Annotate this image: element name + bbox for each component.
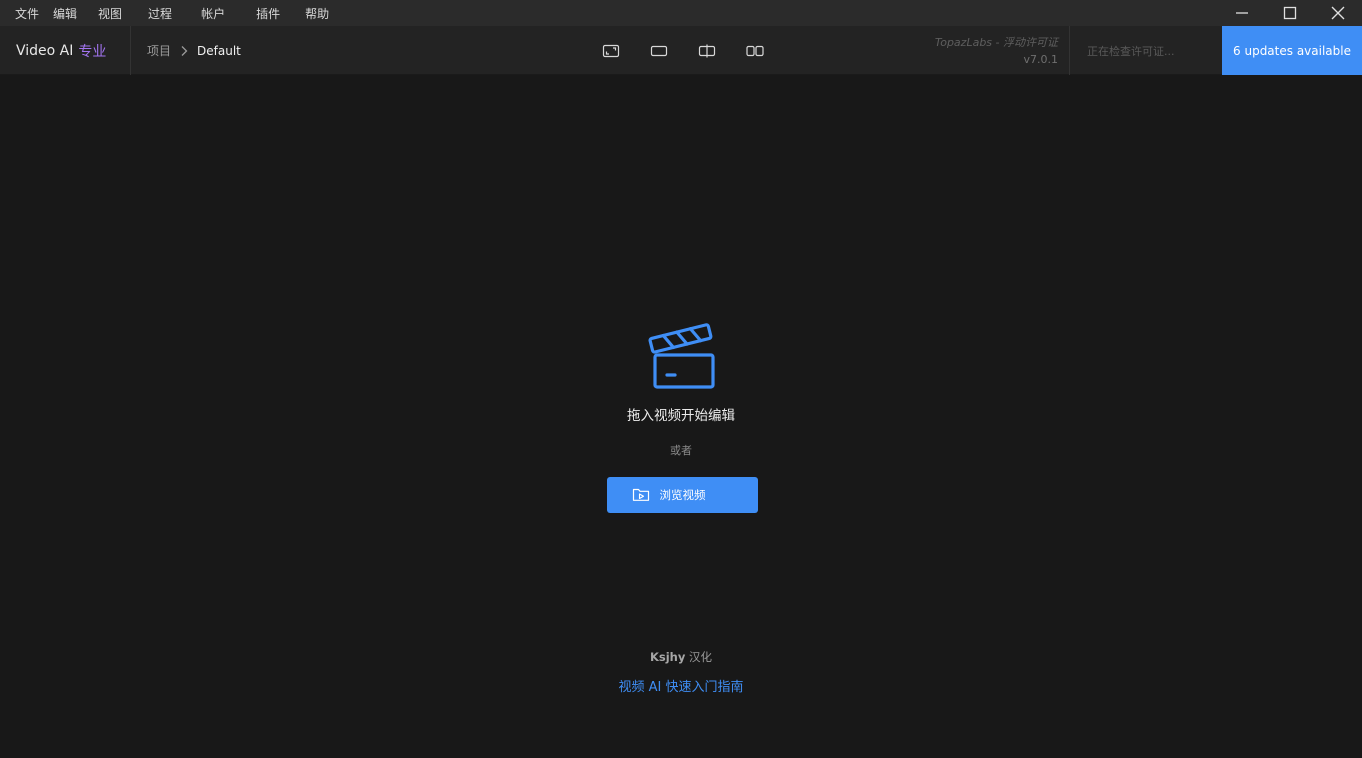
single-view-button[interactable] xyxy=(597,37,625,65)
minimize-button[interactable] xyxy=(1218,0,1266,26)
app-title: Video AI 专业 xyxy=(16,26,106,75)
localization-credit: Ksjhy 汉化 xyxy=(0,649,1362,665)
minimize-icon xyxy=(1236,12,1248,14)
version-label: v7.0.1 xyxy=(1023,53,1059,66)
window-controls xyxy=(1218,0,1362,26)
menu-items: 文件 编辑 视图 过程 帐户 插件 帮助 xyxy=(0,0,329,26)
menu-account[interactable]: 帐户 xyxy=(201,0,225,26)
split-view-icon xyxy=(698,44,716,57)
edition-label: 专业 xyxy=(78,43,107,60)
license-check-status: 正在检查许可证... xyxy=(1087,44,1175,58)
drop-prompt-title: 拖入视频开始编辑 xyxy=(627,408,735,424)
side-by-side-view-button[interactable] xyxy=(741,37,769,65)
maximize-icon xyxy=(1283,6,1297,20)
app-name: Video AI xyxy=(16,42,74,59)
or-separator: 或者 xyxy=(670,444,692,457)
side-by-side-view-icon xyxy=(746,45,764,56)
breadcrumb-projects[interactable]: 项目 xyxy=(147,42,171,59)
fullscreen-view-button[interactable] xyxy=(645,37,673,65)
close-button[interactable] xyxy=(1314,0,1362,26)
split-view-button[interactable] xyxy=(693,37,721,65)
menu-plugins[interactable]: 插件 xyxy=(256,0,280,26)
credit-suffix: 汉化 xyxy=(689,650,713,664)
breadcrumb-current: Default xyxy=(197,43,241,58)
app-header: Video AI 专业 项目 Default TopazLabs - 浮动许可证… xyxy=(0,26,1362,75)
credit-name: Ksjhy xyxy=(649,650,686,664)
menu-view[interactable]: 视图 xyxy=(98,0,122,26)
view-mode-toolbar xyxy=(597,26,789,75)
header-divider xyxy=(1069,26,1070,75)
quick-start-guide-link[interactable]: 视频 AI 快速入门指南 xyxy=(0,676,1362,695)
clapperboard-icon xyxy=(648,323,715,389)
header-divider xyxy=(130,26,131,75)
chevron-right-icon xyxy=(180,45,188,57)
menu-bar: 文件 编辑 视图 过程 帐户 插件 帮助 xyxy=(0,0,1362,26)
close-icon xyxy=(1331,6,1345,20)
folder-video-icon xyxy=(632,488,650,501)
maximize-button[interactable] xyxy=(1266,0,1314,26)
menu-file[interactable]: 文件 xyxy=(15,0,39,26)
browse-video-label: 浏览视频 xyxy=(659,488,706,502)
breadcrumb: 项目 Default xyxy=(147,26,241,75)
license-type: TopazLabs - 浮动许可证 xyxy=(934,36,1058,49)
fullscreen-view-icon xyxy=(650,45,668,56)
updates-available-button[interactable]: 6 updates available xyxy=(1222,26,1362,75)
menu-process[interactable]: 过程 xyxy=(148,0,172,26)
menu-help[interactable]: 帮助 xyxy=(305,0,329,26)
license-info: TopazLabs - 浮动许可证 v7.0.1 xyxy=(935,35,1058,67)
menu-edit[interactable]: 编辑 xyxy=(53,0,77,26)
browse-video-button[interactable]: 浏览视频 xyxy=(607,477,758,513)
single-view-icon xyxy=(602,44,620,57)
